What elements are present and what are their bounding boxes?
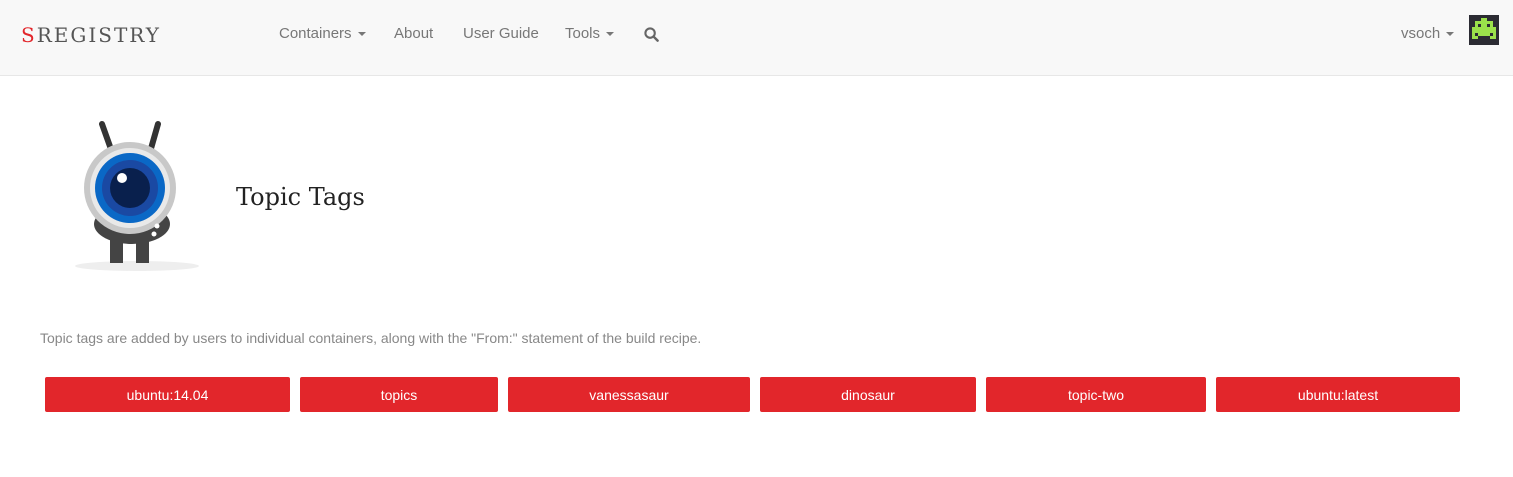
navbar: SREGISTRY Containers About User Guide To…	[0, 0, 1513, 76]
nav-about-label: About	[394, 25, 434, 42]
robot-eye-logo	[75, 121, 199, 271]
caret-down-icon	[1446, 32, 1455, 37]
caret-down-icon	[357, 32, 366, 37]
page-title: Topic Tags	[236, 183, 365, 211]
tag-button[interactable]: topic-two	[986, 377, 1206, 412]
nav-about[interactable]: About	[394, 25, 433, 42]
nav-tools-dropdown[interactable]: Tools	[565, 25, 615, 42]
tag-button[interactable]: dinosaur	[760, 377, 976, 412]
brand-first-letter: S	[21, 23, 37, 47]
tag-button[interactable]: ubuntu:latest	[1216, 377, 1460, 412]
brand-rest: REGISTRY	[36, 23, 161, 47]
nav-containers-label: Containers	[279, 25, 352, 42]
search-icon[interactable]	[644, 27, 659, 42]
tag-button[interactable]: ubuntu:14.04	[45, 377, 290, 412]
avatar[interactable]	[1469, 15, 1499, 45]
tag-button[interactable]: vanessasaur	[508, 377, 750, 412]
nav-user-guide-label: User Guide	[463, 25, 539, 42]
page-description: Topic tags are added by users to individ…	[40, 330, 702, 346]
user-menu-dropdown[interactable]: vsoch	[1401, 25, 1455, 42]
user-name: vsoch	[1401, 25, 1441, 42]
tag-button[interactable]: topics	[300, 377, 498, 412]
nav-containers-dropdown[interactable]: Containers	[279, 25, 366, 42]
brand-logo[interactable]: SREGISTRY	[21, 23, 161, 47]
nav-user-guide[interactable]: User Guide	[463, 25, 539, 42]
nav-tools-label: Tools	[565, 25, 601, 42]
caret-down-icon	[606, 32, 615, 37]
